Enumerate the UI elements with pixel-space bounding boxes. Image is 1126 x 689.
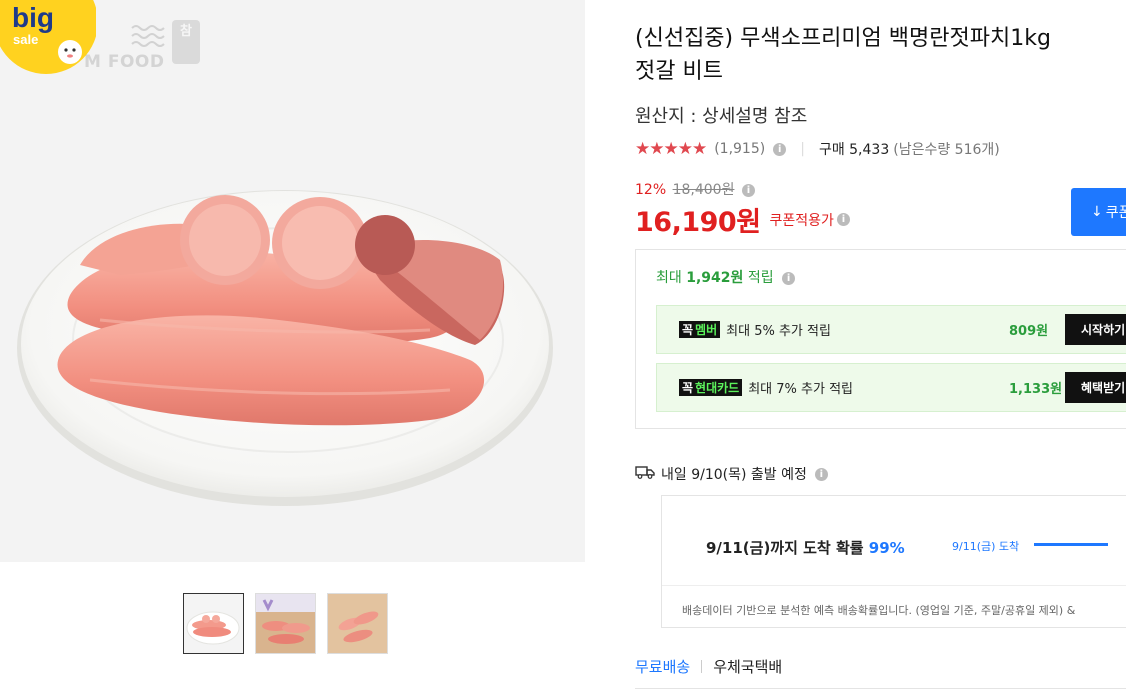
price-row: 16,190원 쿠폰적용가 i bbox=[635, 200, 850, 239]
arrival-text: 9/11(금)까지 도착 확률 bbox=[706, 539, 864, 557]
divider: | bbox=[800, 141, 805, 157]
main-product-image[interactable]: M FOOD 참 big sale bbox=[0, 0, 585, 562]
arrival-probability-bar bbox=[1034, 543, 1108, 546]
svg-text:sale: sale bbox=[13, 32, 38, 47]
arrival-probability-box: 9/11(금)까지 도착 확률 99% 9/11(금) 도착 배송데이터 기반으… bbox=[661, 495, 1126, 628]
rating-count[interactable]: (1,915) bbox=[714, 141, 765, 157]
chip-label: 멤버 bbox=[695, 323, 718, 337]
info-icon[interactable]: i bbox=[814, 467, 828, 481]
chip-mark: 꼭 bbox=[682, 323, 694, 337]
arrival-chart-label: 9/11(금) 도착 bbox=[952, 540, 1020, 553]
thumbnail-2[interactable] bbox=[255, 593, 316, 654]
info-icon[interactable]: i bbox=[836, 213, 850, 226]
points-box: 최대 1,942원 적립 i 꼭 멤버 최대 5% 추가 적립 809원 시작하… bbox=[635, 249, 1126, 429]
divider bbox=[701, 660, 703, 673]
points-amount: 1,942원 bbox=[686, 270, 744, 286]
carrier-name: 우체국택배 bbox=[713, 658, 783, 676]
brand-logo-text: M FOOD bbox=[84, 52, 165, 72]
member-benefit-row: 꼭 멤버 최대 5% 추가 적립 809원 시작하기 bbox=[656, 305, 1126, 354]
brand-seal: 참 bbox=[172, 20, 200, 64]
product-title-line1: (신선집중) 무색소프리미엄 백명란젓파치1kg bbox=[635, 26, 1051, 51]
thumbnail-strip bbox=[183, 593, 388, 654]
arrival-percent: 99% bbox=[868, 539, 905, 557]
coupon-price-label: 쿠폰적용가 bbox=[769, 212, 834, 229]
product-title-line2: 젓갈 비트 bbox=[635, 59, 723, 84]
info-icon[interactable]: i bbox=[782, 271, 796, 285]
product-photo bbox=[17, 190, 553, 506]
delivery-row: 무료배송 우체국택배 bbox=[635, 656, 782, 677]
download-icon: ↓ bbox=[1091, 204, 1103, 220]
product-title: (신선집중) 무색소프리미엄 백명란젓파치1kg 젓갈 비트 bbox=[635, 22, 1126, 88]
member-chip: 꼭 멤버 bbox=[679, 321, 721, 338]
stock-remaining: (남은수량 516개) bbox=[893, 142, 1000, 158]
buy-count: 구매 5,433 bbox=[818, 142, 890, 158]
departure-text: 내일 9/10(목) 출발 예정 bbox=[661, 467, 807, 483]
rating-row: ★★★★★ (1,915) i | 구매 5,433 (남은수량 516개) bbox=[635, 139, 1000, 159]
truck-icon bbox=[635, 465, 655, 483]
origin-text: 원산지 : 상세설명 참조 bbox=[635, 106, 808, 127]
discount-row: 12% 18,400원 i bbox=[635, 179, 755, 199]
arrival-note: 배송데이터 기반으로 분석한 예측 배송확률입니다. (영업일 기준, 주말/공… bbox=[682, 604, 1076, 617]
thumbnail-1[interactable] bbox=[183, 593, 244, 654]
arrival-probability: 9/11(금)까지 도착 확률 99% bbox=[706, 537, 905, 558]
start-member-button[interactable]: 시작하기 bbox=[1065, 314, 1126, 345]
shipping-departure-row: 내일 9/10(목) 출발 예정 i bbox=[635, 464, 828, 484]
chip-mark: 꼭 bbox=[682, 381, 694, 395]
benefit-amount: 1,133원 bbox=[1009, 382, 1063, 397]
points-suffix: 적립 bbox=[747, 270, 774, 286]
benefit-text: 최대 7% 추가 적립 bbox=[748, 382, 853, 397]
points-title: 최대 1,942원 적립 i bbox=[656, 267, 796, 287]
svg-text:big: big bbox=[12, 2, 54, 33]
big-sale-badge: big sale bbox=[0, 0, 98, 76]
coupon-download-button[interactable]: ↓ 쿠폰 bbox=[1071, 188, 1126, 236]
card-chip: 꼭 현대카드 bbox=[679, 379, 743, 396]
info-icon[interactable]: i bbox=[741, 183, 755, 197]
free-shipping-label: 무료배송 bbox=[635, 658, 691, 676]
original-price: 18,400원 bbox=[672, 182, 735, 198]
coupon-button-label: 쿠폰 bbox=[1105, 205, 1126, 221]
divider bbox=[662, 585, 1126, 586]
sale-price: 16,190원 bbox=[635, 207, 761, 238]
chip-label: 현대카드 bbox=[695, 381, 740, 395]
card-benefit-row: 꼭 현대카드 최대 7% 추가 적립 1,133원 혜택받기 bbox=[656, 363, 1126, 412]
rating-stars[interactable]: ★★★★★ bbox=[635, 139, 707, 159]
benefit-text: 최대 5% 추가 적립 bbox=[726, 324, 831, 339]
discount-rate: 12% bbox=[635, 182, 667, 198]
points-prefix: 최대 bbox=[656, 270, 682, 286]
benefit-amount: 809원 bbox=[1009, 324, 1049, 339]
get-benefit-button[interactable]: 혜택받기 bbox=[1065, 372, 1126, 403]
brand-waves-icon bbox=[130, 20, 168, 56]
info-icon[interactable]: i bbox=[773, 142, 787, 156]
thumbnail-3[interactable] bbox=[327, 593, 388, 654]
